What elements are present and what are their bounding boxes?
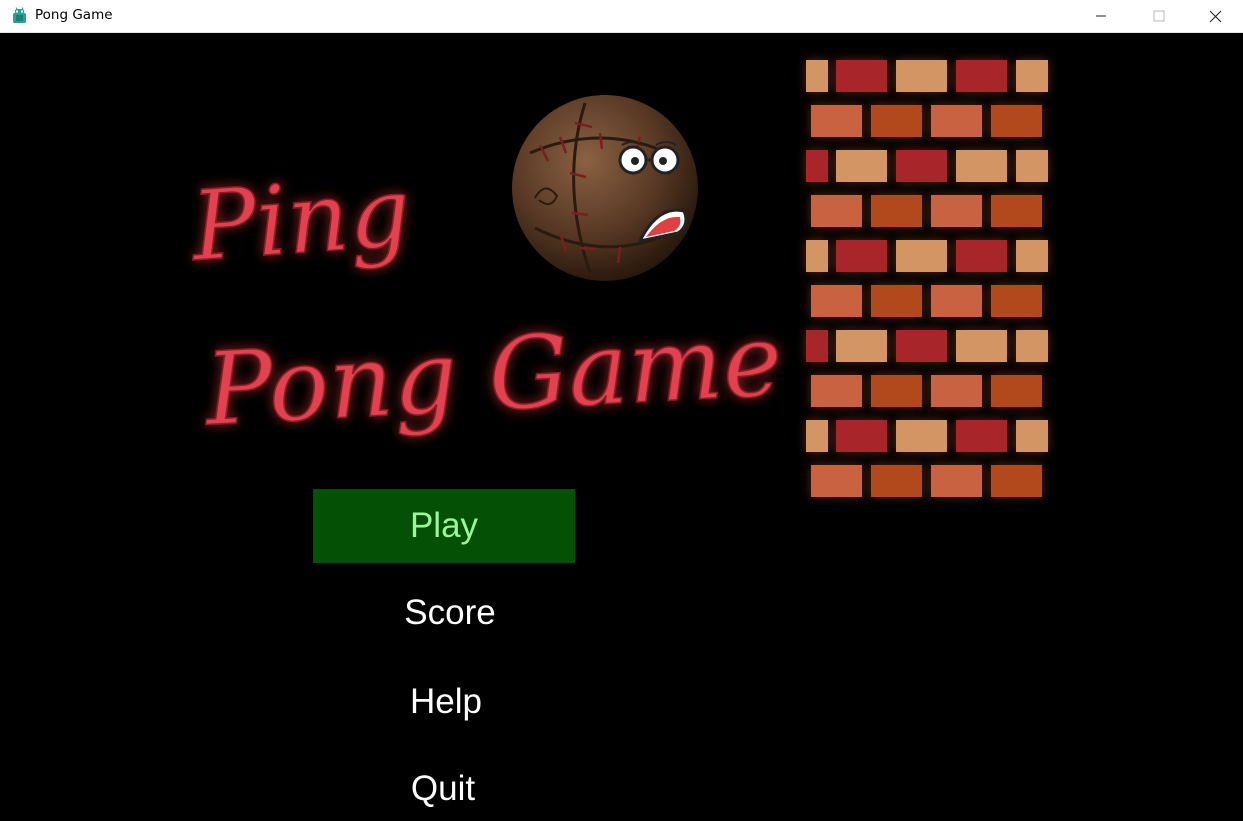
brick [836,420,887,452]
minimize-button[interactable] [1072,0,1130,32]
brick [1016,60,1048,92]
brick [991,105,1042,137]
brick [811,285,862,317]
title-banner: Ping Pong Game [185,60,1048,497]
brick [931,285,982,317]
brick [956,60,1007,92]
brick [836,240,887,272]
brick [991,375,1042,407]
brick [806,150,828,182]
brick [991,285,1042,317]
brick [806,420,828,452]
brick [871,285,922,317]
brick [931,195,982,227]
brick [956,240,1007,272]
brick [1016,330,1048,362]
brick [811,375,862,407]
brick [896,150,947,182]
brick [931,375,982,407]
brick [806,240,828,272]
brick [836,330,887,362]
title-line-2: Pong Game [200,301,784,448]
window-title: Pong Game [35,7,113,23]
brick [956,150,1007,182]
brick [811,465,862,497]
game-canvas[interactable]: Ping Pong Game Play Score Help Quit [0,33,1243,821]
close-button[interactable] [1188,0,1243,32]
brick [871,105,922,137]
play-button[interactable]: Play [313,489,575,563]
brick [871,195,922,227]
game-window: Pong Game Ping Pong Game Play Score Help… [0,0,1243,821]
brick [1016,420,1048,452]
brick [836,60,887,92]
title-line-1: Ping [186,156,414,283]
quit-button[interactable]: Quit [312,752,574,821]
brick [871,465,922,497]
brick [956,420,1007,452]
brick [806,60,828,92]
brick-wall-icon [806,60,1048,497]
brick [896,60,947,92]
close-icon [1209,10,1222,22]
minimize-icon [1096,15,1106,17]
brick [836,150,887,182]
brick [806,330,828,362]
stitched-ball-mascot-icon [512,95,698,281]
brick [896,420,947,452]
brick [1016,150,1048,182]
brick [991,195,1042,227]
maximize-icon [1153,10,1165,22]
brick [931,105,982,137]
brick [896,330,947,362]
brick [896,240,947,272]
android-robot-icon [13,7,26,23]
maximize-button[interactable] [1130,0,1188,32]
score-button[interactable]: Score [319,576,581,650]
brick [956,330,1007,362]
brick [811,195,862,227]
help-button[interactable]: Help [315,665,577,739]
brick [1016,240,1048,272]
brick [991,465,1042,497]
brick [811,105,862,137]
brick [931,465,982,497]
brick [871,375,922,407]
title-bar[interactable]: Pong Game [0,0,1243,33]
